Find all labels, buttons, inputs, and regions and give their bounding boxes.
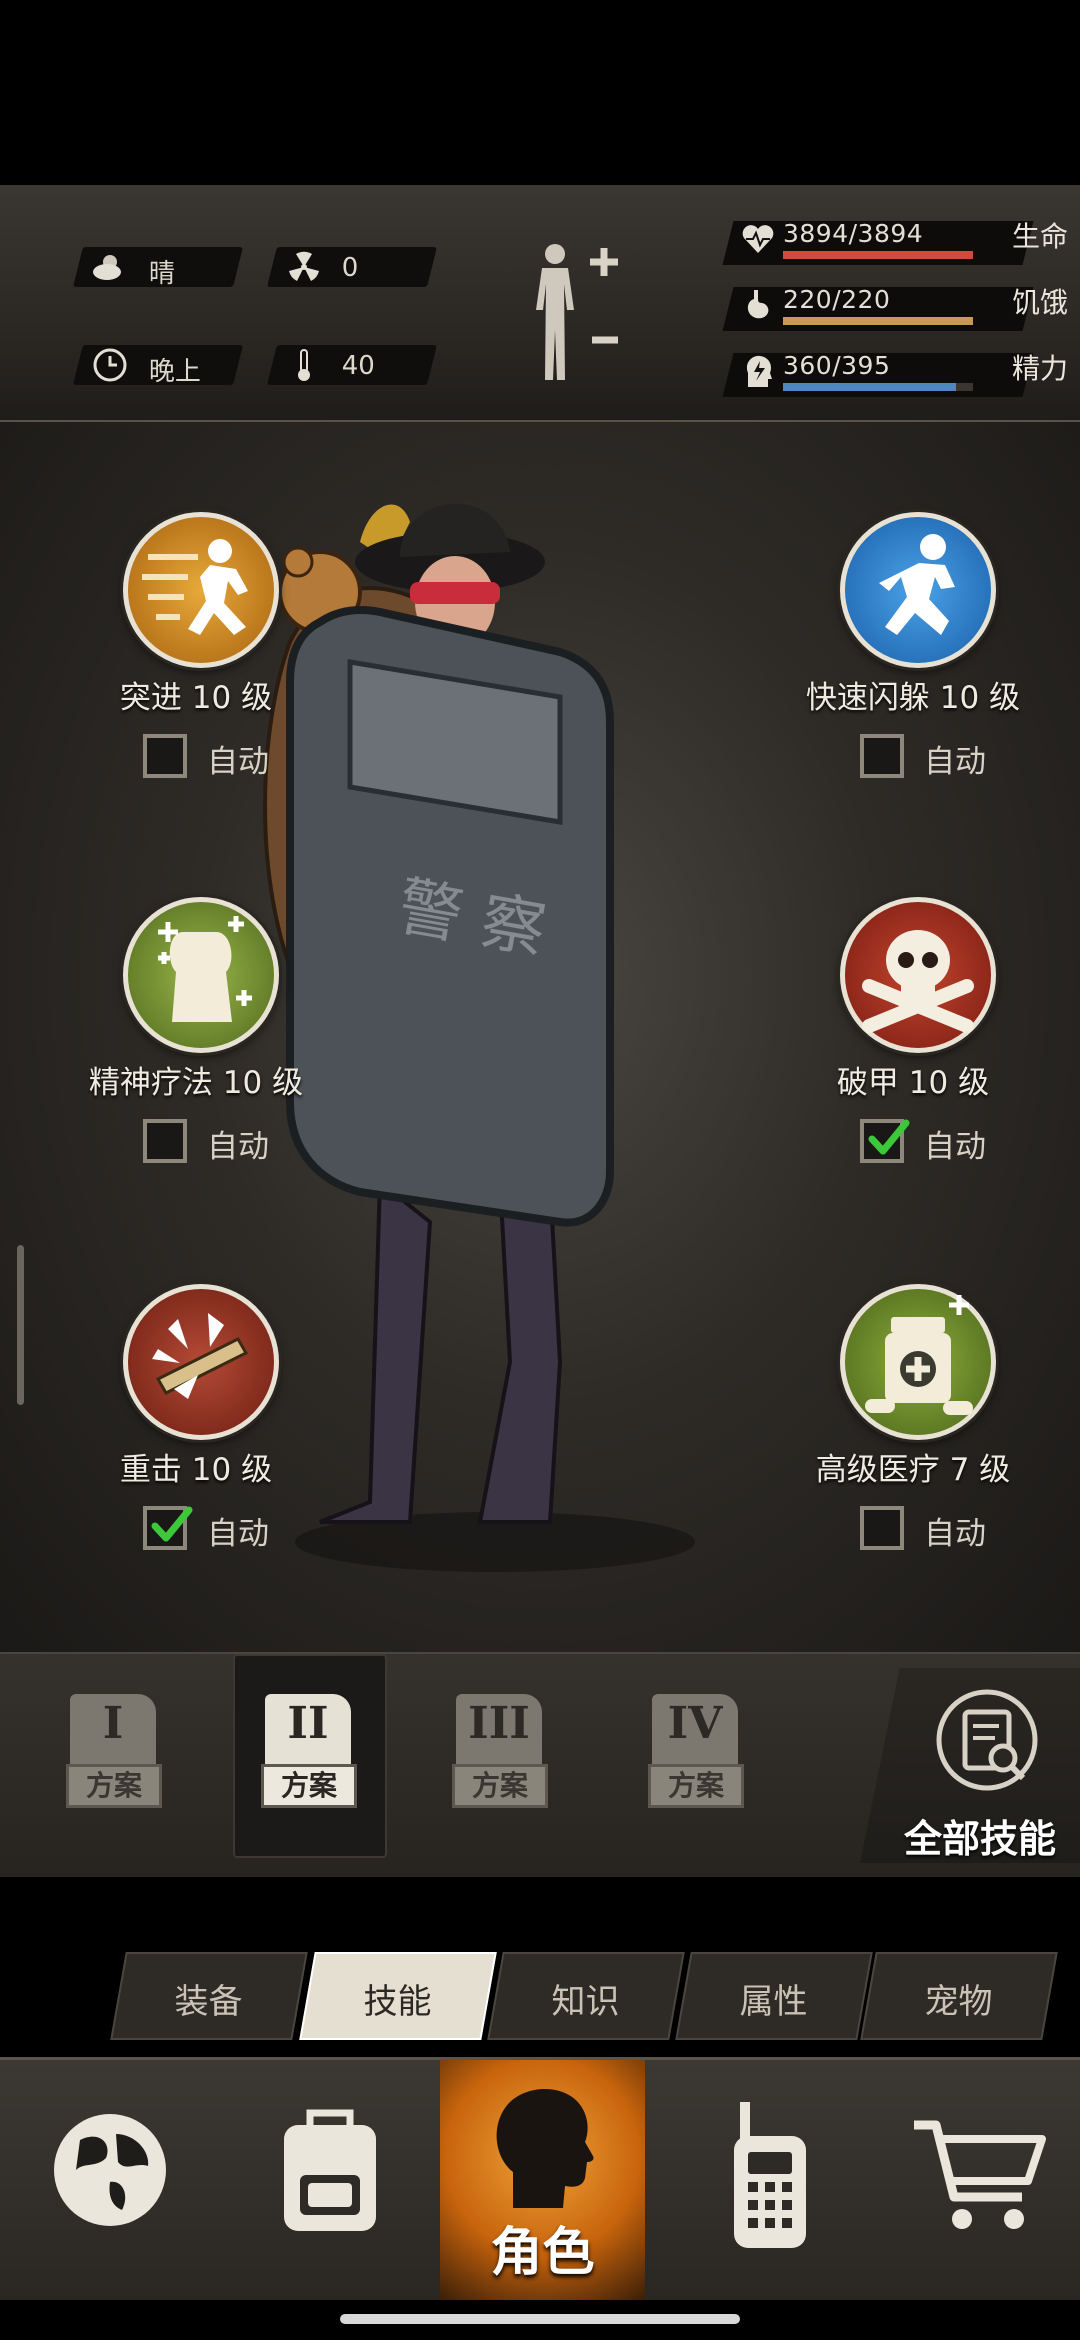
energy-label: 精力 — [1011, 352, 1068, 385]
body-status-button[interactable] — [520, 240, 630, 390]
health-bar — [783, 251, 973, 259]
plan-bar: I 方案 II 方案 III 方案 IV 方案 全部技能 — [0, 1652, 1080, 1881]
checkmark-icon — [151, 1506, 193, 1542]
skill-name: 突进 10 级 — [119, 680, 273, 716]
skill-search-icon — [936, 1689, 1038, 1791]
dash-icon[interactable] — [123, 512, 279, 668]
stomach-icon — [747, 290, 769, 319]
vital-energy: 360/395 精力 — [722, 345, 1068, 399]
skill-heavy-strike: 重击 10 级 自动 — [43, 1284, 343, 1604]
heart-icon — [742, 225, 774, 253]
plan-3-button[interactable]: III 方案 — [452, 1694, 548, 1824]
tab-knowledge[interactable]: 知识 — [487, 1952, 685, 2040]
auto-label: 自动 — [924, 744, 986, 780]
auto-label: 自动 — [924, 1516, 986, 1552]
psychotherapy-icon[interactable] — [123, 897, 279, 1053]
shopping-cart-icon — [914, 2120, 1046, 2229]
plan-label: 方案 — [261, 1764, 357, 1808]
vital-health: 3894/3894 生命 — [722, 213, 1068, 267]
tab-attributes[interactable]: 属性 — [675, 1952, 873, 2040]
auto-checkbox[interactable] — [143, 1119, 187, 1163]
tab-pets[interactable]: 宠物 — [860, 1952, 1058, 2040]
auto-checkbox[interactable] — [860, 1506, 904, 1550]
hunger-bar — [783, 317, 973, 325]
radiation-value: 0 — [341, 253, 359, 283]
time-pill: 晚上 — [73, 345, 243, 387]
skill-name: 精神疗法 10 级 — [88, 1065, 304, 1101]
dodge-icon[interactable] — [840, 512, 996, 668]
auto-checkbox[interactable] — [860, 734, 904, 778]
skull-crossbones-icon[interactable] — [840, 897, 996, 1053]
temperature-pill: 40 — [267, 345, 437, 385]
auto-checkbox[interactable] — [143, 1506, 193, 1550]
auto-label: 自动 — [207, 744, 269, 780]
health-value: 3894/3894 — [783, 219, 924, 248]
medkit-icon[interactable] — [840, 1284, 996, 1440]
plan-2-button[interactable]: II 方案 — [261, 1694, 357, 1824]
skill-name: 重击 10 级 — [119, 1452, 273, 1488]
radiation-icon — [289, 251, 319, 281]
tab-skills[interactable]: 技能 — [299, 1952, 497, 2040]
energy-value: 360/395 — [783, 351, 891, 380]
skills-scene: 警 察 突进 10 级 自动 快速闪躲 10 级 自动 精神疗法 10 级 自动… — [0, 422, 1080, 1652]
hunger-label: 饥饿 — [1011, 286, 1068, 319]
scroll-indicator[interactable] — [17, 1245, 24, 1405]
nav-role-label: 角色 — [490, 2223, 595, 2283]
auto-label: 自动 — [207, 1129, 269, 1165]
health-label: 生命 — [1011, 220, 1068, 253]
tab-equipment[interactable]: 装备 — [110, 1952, 308, 2040]
thermometer-icon — [298, 349, 310, 381]
vital-hunger: 220/220 饥饿 — [722, 279, 1068, 333]
head-profile-icon — [496, 2088, 594, 2208]
temperature-value: 40 — [341, 351, 375, 381]
nav-shop-button[interactable] — [870, 2060, 1080, 2300]
body-figure-icon — [536, 244, 618, 380]
clock-icon — [93, 348, 127, 382]
plan-label: 方案 — [66, 1764, 162, 1808]
skill-dash: 突进 10 级 自动 — [43, 512, 343, 832]
home-indicator[interactable] — [340, 2314, 740, 2324]
weather-pill: 晴 — [73, 247, 243, 289]
auto-label: 自动 — [924, 1129, 986, 1165]
category-tabs: 装备 技能 知识 属性 宠物 — [0, 1877, 1080, 2057]
skill-name: 高级医疗 7 级 — [815, 1452, 1011, 1488]
skill-quick-dodge: 快速闪躲 10 级 自动 — [760, 512, 1060, 832]
walkie-talkie-icon — [734, 2102, 806, 2248]
nav-role-button[interactable]: 角色 — [440, 2060, 645, 2300]
status-bar: 晴 0 晚上 40 3894/3894 生命 220/220 饥饿 360/39… — [0, 185, 1080, 422]
all-skills-button[interactable]: 全部技能 — [860, 1668, 1080, 1863]
nav-map-button[interactable] — [0, 2060, 216, 2300]
bottom-nav: 角色 — [0, 2057, 1080, 2300]
skill-name: 破甲 10 级 — [836, 1065, 990, 1101]
globe-icon — [54, 2114, 166, 2226]
skill-psychotherapy: 精神疗法 10 级 自动 — [43, 897, 343, 1217]
skill-armor-break: 破甲 10 级 自动 — [760, 897, 1060, 1217]
all-skills-label: 全部技能 — [903, 1817, 1056, 1861]
checkmark-icon — [868, 1119, 910, 1155]
plan-label: 方案 — [452, 1764, 548, 1808]
auto-checkbox[interactable] — [143, 734, 187, 778]
time-value: 晚上 — [148, 357, 201, 387]
heavy-strike-icon[interactable] — [123, 1284, 279, 1440]
weather-value: 晴 — [148, 259, 175, 289]
radiation-pill: 0 — [267, 247, 437, 287]
skill-advanced-medical: 高级医疗 7 级 自动 — [760, 1284, 1060, 1604]
auto-checkbox[interactable] — [860, 1119, 910, 1163]
nav-radio-button[interactable] — [660, 2060, 876, 2300]
plan-label: 方案 — [648, 1764, 744, 1808]
skill-name: 快速闪躲 10 级 — [805, 680, 1021, 716]
backpack-icon — [284, 2109, 376, 2231]
plan-4-button[interactable]: IV 方案 — [648, 1694, 744, 1824]
energy-head-icon — [746, 355, 772, 387]
cloud-sun-icon — [93, 255, 121, 280]
hunger-value: 220/220 — [783, 285, 891, 314]
plan-1-button[interactable]: I 方案 — [66, 1694, 162, 1824]
nav-bag-button[interactable] — [230, 2060, 446, 2300]
energy-bar — [783, 383, 973, 391]
auto-label: 自动 — [207, 1516, 269, 1552]
